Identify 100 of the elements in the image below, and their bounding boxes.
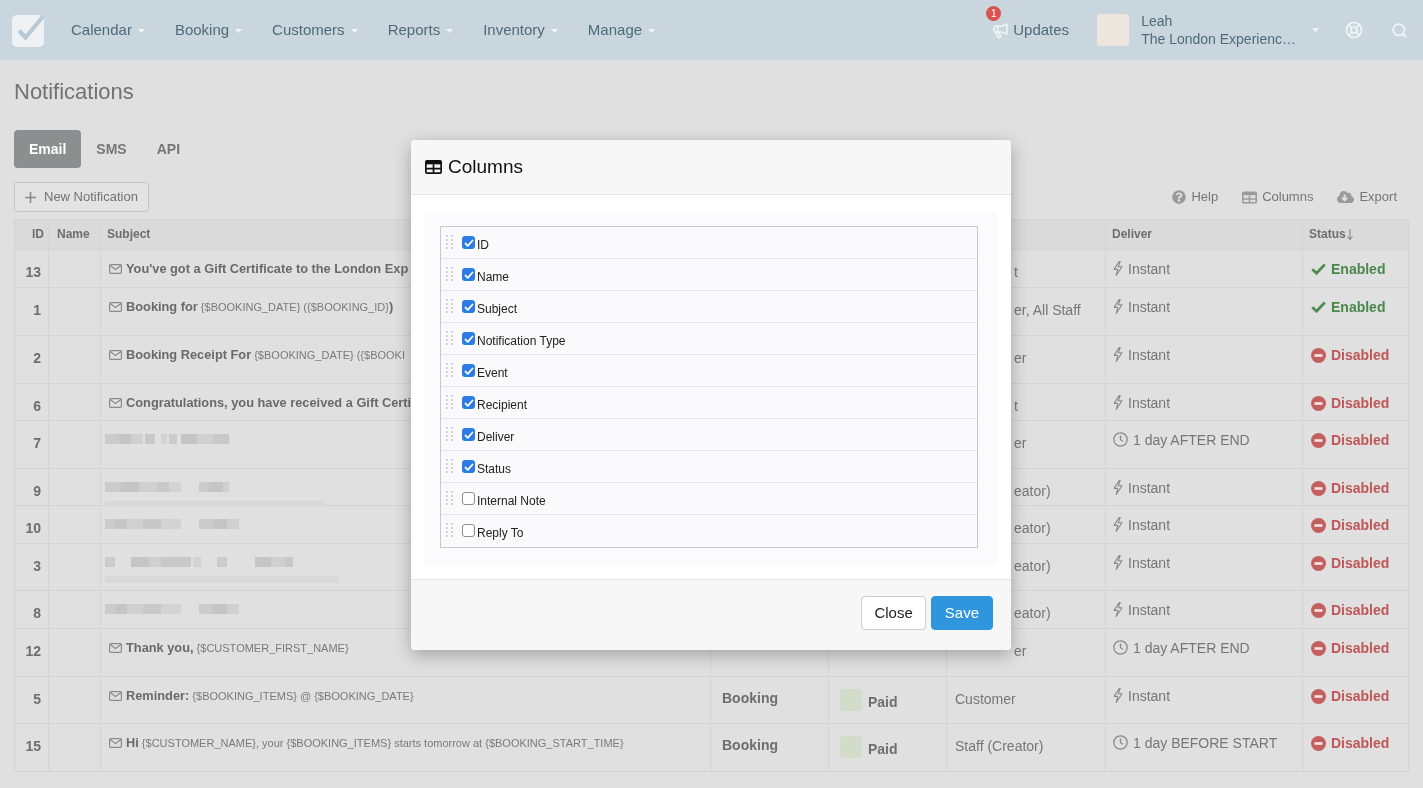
drag-handle-icon[interactable] [446, 299, 453, 313]
save-button[interactable]: Save [930, 596, 993, 630]
status-text: Disabled [1331, 431, 1390, 449]
avatar-placeholder[interactable] [1097, 14, 1130, 46]
column-header[interactable]: Subject [107, 226, 151, 242]
tab[interactable]: SMS [81, 130, 142, 168]
recipient-text: Customer [955, 691, 1016, 707]
drag-handle-icon[interactable] [446, 331, 453, 345]
user-name[interactable]: Leah [1141, 12, 1296, 30]
help-icon [1172, 190, 1187, 204]
drag-handle-icon[interactable] [446, 395, 453, 409]
new-notification-button[interactable]: New Notification [14, 182, 149, 212]
column-checkbox[interactable] [462, 492, 475, 505]
deliver-text: Instant [1128, 687, 1171, 705]
column-label[interactable]: Deliver [477, 430, 515, 445]
envelope-icon [109, 738, 122, 748]
company-name[interactable]: The London Experienc… [1141, 30, 1296, 48]
column-label[interactable]: Recipient [477, 398, 528, 413]
close-button[interactable]: Close [861, 596, 926, 630]
lightning-bolt-icon [1113, 517, 1123, 532]
subject-text: Reminder: {$BOOKING_ITEMS} @ {$BOOKING_DATE} [126, 687, 414, 705]
nav-menu-link[interactable]: Customers [257, 0, 373, 60]
updates-link[interactable]: Updates [992, 18, 1070, 42]
lightning-bolt-icon [1113, 261, 1123, 276]
drag-handle-icon[interactable] [446, 363, 453, 377]
drag-handle-icon[interactable] [446, 235, 453, 249]
toolbar-link[interactable]: Help [1172, 187, 1219, 207]
event-label: Paid [868, 740, 898, 758]
tab[interactable]: API [141, 130, 196, 168]
sort-arrow-icon [1346, 229, 1353, 240]
status-text: Enabled [1331, 260, 1386, 278]
nav-menu-link[interactable]: Booking [159, 0, 258, 60]
column-label[interactable]: Status [477, 462, 512, 477]
row-id: 1 [33, 302, 41, 318]
lightning-bolt-icon [1113, 555, 1123, 570]
column-checkbox[interactable] [462, 300, 475, 313]
column-checkbox[interactable] [462, 236, 475, 249]
subject-text: Booking Receipt For {$BOOKING_DATE} ({$BOOKI [126, 346, 405, 364]
subject-text: Congratulations, you have received a Gift Certi [126, 394, 412, 412]
drag-handle-icon[interactable] [446, 491, 453, 505]
column-checkbox[interactable] [462, 268, 475, 281]
notification-type: Booking [722, 690, 778, 706]
clock-icon [1113, 432, 1128, 447]
nav-menu-link[interactable]: Calendar [56, 0, 160, 60]
column-label[interactable]: Subject [477, 302, 518, 317]
column-label[interactable]: Internal Note [477, 494, 546, 509]
row-id: 2 [33, 350, 41, 366]
envelope-icon [109, 643, 122, 653]
drag-handle-icon[interactable] [446, 427, 453, 441]
deliver-text: Instant [1128, 516, 1171, 534]
column-checkbox[interactable] [462, 332, 475, 345]
lightning-bolt-icon [1113, 299, 1123, 314]
status-text: Disabled [1331, 554, 1390, 572]
caret-icon [137, 28, 145, 33]
caret-icon[interactable] [1312, 28, 1319, 32]
envelope-icon [109, 691, 122, 701]
column-header[interactable]: Status [1309, 226, 1353, 242]
subject-text: Hi {$CUSTOMER_NAME}, your {$BOOKING_ITEMS} starts tomorrow at {$BOOKING_START_TIME} [126, 734, 624, 752]
status-text: Enabled [1331, 298, 1386, 316]
status-text: Disabled [1331, 394, 1390, 412]
logo-icon[interactable] [12, 13, 45, 47]
table-icon [425, 160, 442, 174]
column-header[interactable]: Name [57, 226, 90, 242]
column-label[interactable]: Event [477, 366, 508, 381]
column-label[interactable]: Notification Type [477, 334, 566, 349]
lightning-bolt-icon [1113, 347, 1123, 362]
recipient-text: t [1014, 264, 1018, 280]
drag-handle-icon[interactable] [446, 459, 453, 473]
column-checkbox[interactable] [462, 364, 475, 377]
column-label[interactable]: ID [477, 238, 489, 253]
column-checkbox[interactable] [462, 524, 475, 537]
recipient-text: er [1014, 643, 1027, 659]
nav-menu-link[interactable]: Reports [372, 0, 469, 60]
column-label[interactable]: Reply To [477, 526, 524, 541]
row-id: 15 [25, 738, 41, 754]
envelope-icon [109, 264, 122, 274]
recipient-text: er, All Staff [1014, 302, 1081, 318]
nav-menu-link[interactable]: Inventory [468, 0, 573, 60]
toolbar-link[interactable]: Columns [1242, 187, 1314, 207]
drag-handle-icon[interactable] [446, 267, 453, 281]
tab[interactable]: Email [14, 130, 82, 168]
status-text: Disabled [1331, 639, 1390, 657]
column-checkbox[interactable] [462, 428, 475, 441]
recipient-text: Staff (Creator) [955, 738, 1044, 754]
column-checkbox[interactable] [462, 396, 475, 409]
lifebuoy-icon[interactable] [1345, 21, 1363, 39]
toolbar-link[interactable]: Export [1337, 187, 1397, 207]
page-title: Notifications [14, 79, 135, 105]
column-label[interactable]: Name [477, 270, 509, 285]
column-header[interactable]: ID [32, 226, 44, 242]
lightning-bolt-icon [1113, 602, 1123, 617]
lightning-bolt-icon [1113, 395, 1123, 410]
column-checkbox[interactable] [462, 460, 475, 473]
search-icon[interactable] [1391, 21, 1408, 39]
nav-menu-link[interactable]: Manage [572, 0, 671, 60]
table-icon [1242, 190, 1258, 204]
caret-icon [550, 28, 558, 33]
status-text: Disabled [1331, 687, 1390, 705]
drag-handle-icon[interactable] [446, 523, 453, 537]
column-header[interactable]: Deliver [1112, 226, 1153, 242]
